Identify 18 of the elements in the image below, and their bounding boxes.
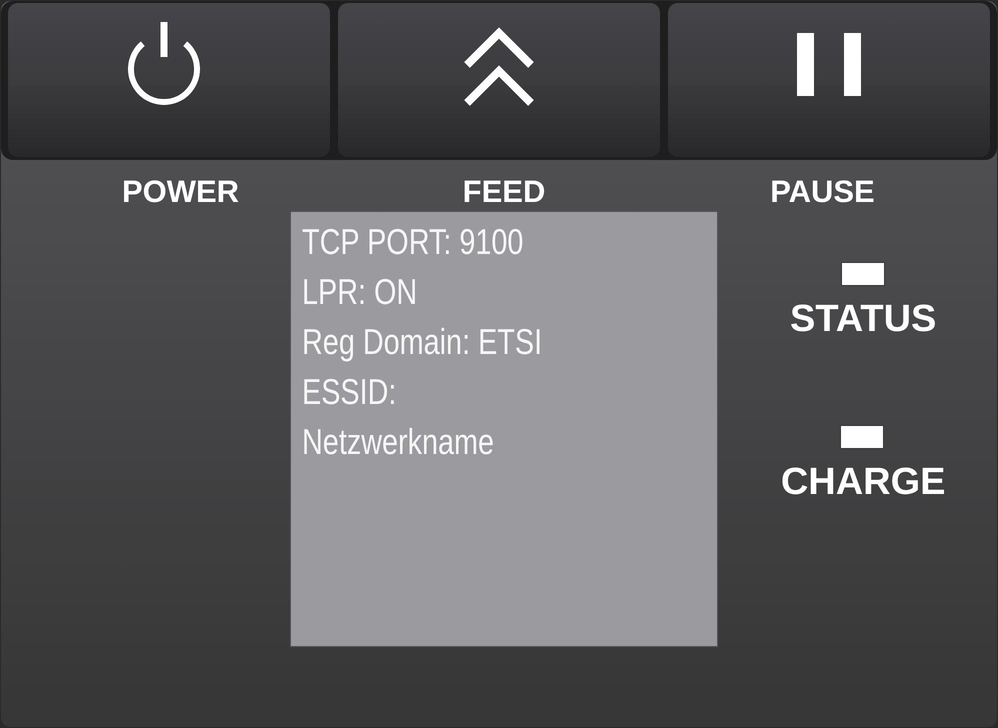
feed-button[interactable] — [338, 3, 660, 157]
display-text: TCP PORT: 9100 — [302, 220, 524, 264]
power-label: POWER — [122, 176, 240, 207]
display-text: Reg Domain: ETSI — [302, 320, 542, 364]
pause-label: PAUSE — [770, 176, 875, 207]
pause-icon — [797, 33, 861, 96]
pause-button[interactable] — [668, 3, 990, 157]
double-chevron-up-icon — [463, 27, 535, 107]
feed-label: FEED — [462, 176, 546, 207]
display-text: LPR: ON — [302, 270, 418, 314]
led-icon — [841, 262, 886, 286]
display-text: Netzwerkname — [302, 420, 494, 464]
power-icon — [128, 22, 200, 105]
led-icon — [840, 425, 884, 449]
display-text: ESSID: — [302, 370, 396, 414]
indicator-label: STATUS — [790, 300, 936, 338]
indicator-label: CHARGE — [780, 463, 946, 501]
power-button[interactable] — [8, 3, 330, 157]
